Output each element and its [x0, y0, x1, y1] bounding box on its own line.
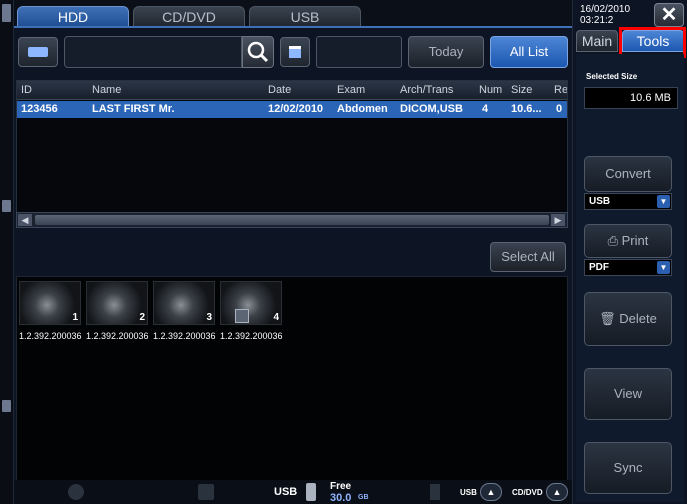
chevron-down-icon: ▼	[657, 195, 670, 208]
usb-status-label: USB	[274, 486, 298, 498]
date-text: 16/02/2010	[580, 4, 631, 15]
cell-size: 10.6...	[511, 103, 542, 115]
edge-glyph-icon	[2, 400, 11, 412]
cddvd-eject-button[interactable]: ▲	[546, 483, 568, 501]
horizontal-scrollbar[interactable]: ◀ ▶	[16, 212, 568, 228]
thumbnail-number: 3	[206, 312, 212, 323]
cell-date: 12/02/2010	[268, 103, 324, 115]
image-thumbnail[interactable]: 2	[86, 281, 148, 325]
calendar-icon	[289, 46, 301, 58]
col-arch-trans[interactable]: Arch/Trans	[400, 84, 453, 96]
thumbnail-label: 1.2.392.200036	[19, 331, 82, 341]
thumbnail-label: 1.2.392.200036	[86, 331, 149, 341]
close-icon: ✕	[660, 4, 678, 26]
drive-icon	[430, 484, 440, 500]
thumbnail-number: 1	[72, 312, 78, 323]
tab-usb[interactable]: USB	[249, 6, 361, 28]
tools-panel	[576, 54, 684, 502]
all-list-button[interactable]: All List	[490, 36, 568, 68]
col-name[interactable]: Name	[92, 84, 121, 96]
convert-format-select[interactable]: USB ▼	[584, 193, 672, 210]
tab-hdd[interactable]: HDD	[17, 6, 129, 28]
delete-button[interactable]: 🗑 Delete	[584, 292, 672, 346]
usb-eject-button[interactable]: ▲	[480, 483, 502, 501]
thumbnail-number: 2	[139, 312, 145, 323]
image-thumbnail[interactable]: 3	[153, 281, 215, 325]
col-size[interactable]: Size	[511, 84, 532, 96]
cell-arch: DICOM,USB	[400, 103, 463, 115]
table-header: ID Name Date Exam Arch/Trans Num Size Re	[17, 81, 567, 100]
image-thumbnail[interactable]: 4	[220, 281, 282, 325]
col-re[interactable]: Re	[554, 84, 567, 96]
selected-size-value: 10.6 MB	[584, 87, 678, 109]
image-thumbnail[interactable]: 1	[19, 281, 81, 325]
cell-num: 4	[482, 103, 489, 115]
disc-icon	[68, 484, 84, 500]
convert-format-value: USB	[589, 196, 611, 207]
table-row[interactable]: 123456 LAST FIRST Mr. 12/02/2010 Abdomen…	[17, 101, 567, 118]
col-num[interactable]: Num	[479, 84, 502, 96]
scroll-right-icon[interactable]: ▶	[551, 214, 565, 226]
trash-icon: 🗑	[599, 311, 616, 326]
search-input[interactable]	[64, 36, 242, 68]
time-text: 03:21:2	[580, 15, 614, 26]
print-label: Print	[621, 233, 649, 248]
free-value: 30.0	[330, 492, 352, 504]
tab-main[interactable]: Main	[576, 30, 618, 52]
today-button[interactable]: Today	[408, 36, 484, 68]
col-id[interactable]: ID	[21, 84, 32, 96]
cine-icon	[235, 309, 249, 323]
close-button[interactable]: ✕	[654, 3, 684, 27]
edge-glyph-icon	[2, 200, 11, 212]
view-button[interactable]: View	[584, 368, 672, 420]
left-edge-strip	[0, 0, 14, 504]
free-label: Free	[330, 481, 352, 492]
usb-eject-label: USB	[460, 488, 477, 497]
col-date[interactable]: Date	[268, 84, 291, 96]
keyboard-icon	[28, 47, 48, 57]
media-icon	[198, 484, 214, 500]
edge-glyph-icon	[2, 4, 11, 22]
date-field[interactable]	[316, 36, 402, 68]
cell-id: 123456	[21, 103, 58, 115]
study-table: ID Name Date Exam Arch/Trans Num Size Re…	[16, 80, 568, 228]
free-unit: GB	[358, 494, 369, 501]
datetime: 16/02/2010 03:21:2	[580, 4, 630, 26]
thumbnail-number: 4	[273, 312, 279, 323]
calendar-button[interactable]	[280, 37, 310, 67]
print-format-value: PDF	[589, 262, 609, 273]
search-button[interactable]	[242, 36, 274, 68]
select-all-button[interactable]: Select All	[490, 242, 566, 272]
search-icon	[247, 41, 269, 63]
usb-drive-icon	[306, 483, 316, 501]
selected-size-label: Selected Size	[586, 72, 638, 81]
scroll-thumb[interactable]	[35, 215, 549, 225]
tab-cddvd[interactable]: CD/DVD	[133, 6, 245, 28]
print-button[interactable]: ⎙ Print	[584, 224, 672, 258]
scroll-left-icon[interactable]: ◀	[18, 214, 32, 226]
thumbnail-area: 1 1.2.392.200036 2 1.2.392.200036 3 1.2.…	[16, 276, 568, 486]
chevron-down-icon: ▼	[657, 261, 670, 274]
printer-icon: ⎙	[607, 233, 619, 248]
delete-label: Delete	[619, 311, 657, 326]
cell-exam: Abdomen	[337, 103, 388, 115]
thumbnail-label: 1.2.392.200036	[153, 331, 216, 341]
print-format-select[interactable]: PDF ▼	[584, 259, 672, 276]
cell-re: 0	[556, 103, 563, 115]
thumbnail-label: 1.2.392.200036	[220, 331, 283, 341]
convert-button[interactable]: Convert	[584, 156, 672, 192]
col-exam[interactable]: Exam	[337, 84, 365, 96]
sync-button[interactable]: Sync	[584, 442, 672, 494]
cddvd-eject-label: CD/DVD	[512, 488, 543, 497]
cell-name: LAST FIRST Mr.	[92, 103, 175, 115]
